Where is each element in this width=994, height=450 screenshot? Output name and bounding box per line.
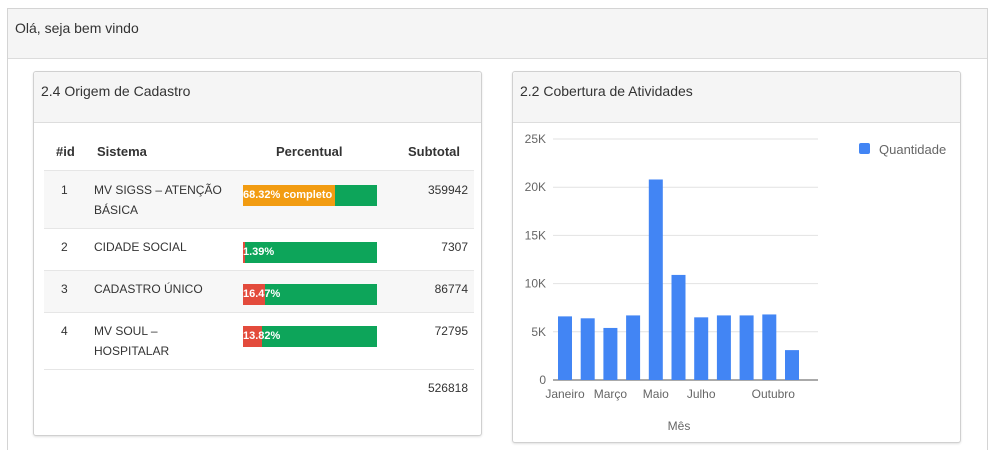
- table-row: 2 CIDADE SOCIAL 1.39% 7307: [44, 228, 474, 270]
- progress-bar-label: 16.47%: [243, 288, 281, 300]
- x-tick-label: Março: [594, 387, 628, 401]
- row-sistema-line1: MV SIGSS – ATENÇÃO: [94, 183, 222, 197]
- origem-panel-title: 2.4 Origem de Cadastro: [41, 83, 191, 99]
- progress-bar: 13.82%: [243, 326, 377, 347]
- progress-bar-label: 1.39%: [243, 246, 275, 258]
- progress-bar-label: 68.32% completo: [243, 189, 333, 201]
- bar-junho: [671, 274, 686, 380]
- y-tick-label: 10K: [525, 277, 546, 291]
- row-sistema: CADASTRO ÚNICO: [94, 279, 234, 299]
- y-tick-label: 0: [539, 373, 546, 387]
- row-subtotal: 72795: [434, 324, 468, 338]
- bar-abril: [626, 315, 641, 380]
- origem-cadastro-panel: 2.4 Origem de Cadastro #id Sistema Perce…: [33, 71, 482, 436]
- bar-outubro: [762, 314, 777, 380]
- bar-janeiro: [558, 316, 572, 380]
- bar-maio: [648, 179, 663, 380]
- bar-agosto: [716, 315, 731, 380]
- progress-bar-label: 13.82%: [243, 330, 281, 342]
- cobertura-panel-title: 2.2 Cobertura de Atividades: [520, 83, 693, 99]
- row-subtotal: 7307: [441, 240, 468, 254]
- row-id: 1: [61, 183, 68, 197]
- row-id: 2: [61, 240, 68, 254]
- y-tick-label: 25K: [525, 132, 546, 146]
- row-subtotal: 359942: [427, 183, 468, 197]
- total-row: 526818: [44, 369, 474, 409]
- bar-março: [603, 327, 618, 380]
- row-id: 4: [61, 324, 68, 338]
- bar-fevereiro: [580, 318, 595, 380]
- x-tick-label: Outubro: [752, 387, 796, 401]
- row-sistema-line1: CIDADE SOCIAL: [94, 240, 187, 254]
- y-tick-label: 15K: [525, 228, 546, 242]
- x-tick-label: Maio: [643, 387, 669, 401]
- cobertura-panel-header: 2.2 Cobertura de Atividades: [513, 72, 960, 123]
- row-sistema: MV SIGSS – ATENÇÃO BÁSICA: [94, 180, 234, 220]
- legend-swatch: [859, 143, 870, 154]
- x-tick-label: Janeiro: [545, 387, 585, 401]
- progress-bar: 1.39%: [243, 242, 377, 263]
- col-header-id: #id: [56, 144, 75, 159]
- row-sistema-line2: BÁSICA: [94, 203, 139, 217]
- progress-bar: 68.32% completo: [243, 185, 377, 206]
- col-header-percentual: Percentual: [276, 144, 343, 159]
- activities-bar-chart: 0 5K 10K 15K 20K 25K Janeiro Março Maio Julho Outu…: [525, 132, 947, 433]
- row-sistema-line1: MV SOUL –: [94, 324, 158, 338]
- total-value: 526818: [427, 381, 468, 395]
- bar-julho: [694, 317, 709, 380]
- col-header-sistema: Sistema: [97, 144, 147, 159]
- table-row: 4 MV SOUL – HOSPITALAR 13.82% 72795: [44, 312, 474, 369]
- row-sistema-line2: HOSPITALAR: [94, 344, 170, 358]
- row-sistema: MV SOUL – HOSPITALAR: [94, 321, 234, 361]
- origem-panel-header: 2.4 Origem de Cadastro: [34, 72, 481, 123]
- table-row: 1 MV SIGSS – ATENÇÃO BÁSICA 68.32% compl…: [44, 170, 474, 228]
- legend-label: Quantidade: [879, 142, 946, 157]
- row-sistema: CIDADE SOCIAL: [94, 237, 234, 257]
- y-tick-label: 5K: [531, 325, 546, 339]
- row-id: 3: [61, 282, 68, 296]
- welcome-bar: Olá, seja bem vindo: [8, 9, 987, 59]
- welcome-text: Olá, seja bem vindo: [15, 20, 139, 36]
- row-sistema-line1: CADASTRO ÚNICO: [94, 282, 203, 296]
- x-tick-label: Julho: [687, 387, 716, 401]
- bar-novembro: [785, 350, 799, 380]
- x-axis-title: Mês: [668, 419, 691, 433]
- cobertura-atividades-panel: 2.2 Cobertura de Atividades 0 5K 10K 15K 20K…: [512, 71, 961, 443]
- row-subtotal: 86774: [434, 282, 468, 296]
- progress-bar: 16.47%: [243, 284, 377, 305]
- col-header-subtotal: Subtotal: [408, 144, 460, 159]
- y-tick-label: 20K: [525, 180, 546, 194]
- table-row: 3 CADASTRO ÚNICO 16.47% 86774: [44, 270, 474, 312]
- bar-setembro: [739, 315, 754, 380]
